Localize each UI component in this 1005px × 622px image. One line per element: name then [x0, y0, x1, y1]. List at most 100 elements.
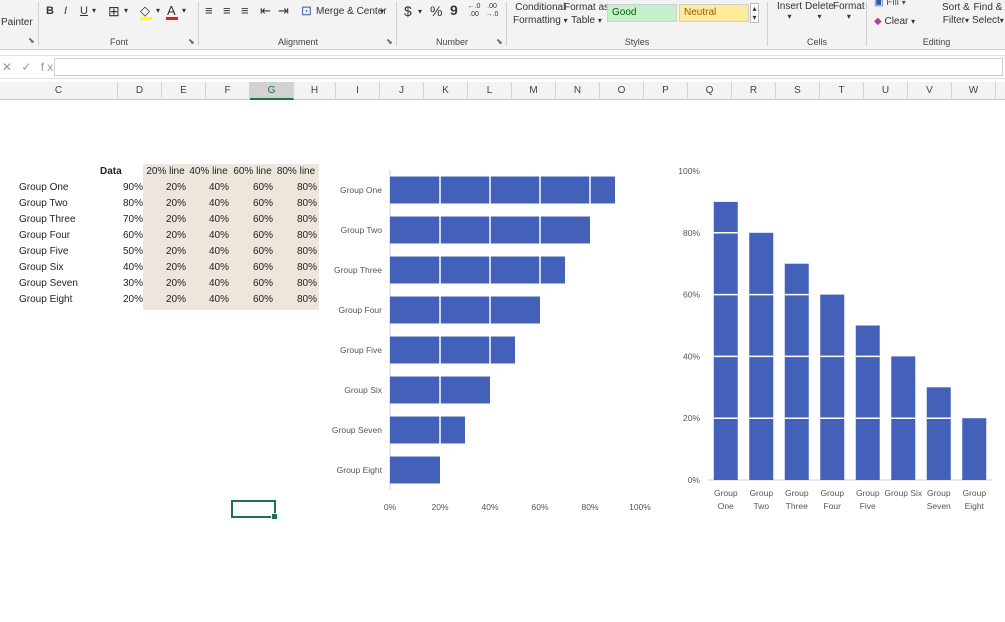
comma-style-button[interactable]: 9 — [450, 2, 458, 18]
column-header-f[interactable]: F — [206, 82, 250, 100]
borders-icon[interactable]: ⊞ — [108, 3, 120, 20]
column-header-m[interactable]: M — [512, 82, 556, 100]
clipboard-launcher-icon[interactable]: ⬊ — [28, 36, 35, 45]
font-color-dropdown-icon[interactable]: ▾ — [182, 6, 186, 15]
value-cell[interactable]: 50% — [103, 244, 143, 260]
row-label-cell[interactable]: Group Seven — [19, 276, 99, 292]
bold-button[interactable]: B — [46, 5, 54, 17]
column-header-h[interactable]: H — [294, 82, 336, 100]
fill-button[interactable]: ▣ Fill ▾ — [874, 0, 906, 8]
column-header-k[interactable]: K — [424, 82, 468, 100]
value-cell[interactable]: 40% — [189, 244, 229, 260]
neutral-style-cell[interactable]: Neutral — [679, 4, 749, 22]
fill-color-dropdown-icon[interactable]: ▾ — [156, 6, 160, 15]
header-cell[interactable]: 20% line — [144, 164, 187, 180]
value-cell[interactable]: 20% — [146, 228, 186, 244]
value-cell[interactable]: 20% — [146, 196, 186, 212]
format-button[interactable]: Format ▾ — [833, 1, 865, 21]
column-header-t[interactable]: T — [820, 82, 864, 100]
row-label-cell[interactable]: Group Eight — [19, 292, 99, 308]
value-cell[interactable]: 60% — [233, 244, 273, 260]
value-cell[interactable]: 80% — [277, 276, 317, 292]
column-header-n[interactable]: N — [556, 82, 600, 100]
header-cell[interactable]: 60% line — [231, 164, 274, 180]
column-header-o[interactable]: O — [600, 82, 644, 100]
column-header-j[interactable]: J — [380, 82, 424, 100]
value-cell[interactable]: 60% — [233, 292, 273, 308]
good-style-cell[interactable]: Good — [607, 4, 677, 22]
value-cell[interactable]: 40% — [189, 212, 229, 228]
value-cell[interactable]: 20% — [146, 244, 186, 260]
row-label-cell[interactable]: Group Four — [19, 228, 99, 244]
value-cell[interactable]: 40% — [189, 196, 229, 212]
merge-center-button[interactable]: Merge & Center — [316, 6, 387, 17]
currency-button[interactable]: $ — [404, 3, 412, 19]
value-cell[interactable]: 30% — [103, 276, 143, 292]
column-header-r[interactable]: R — [732, 82, 776, 100]
formula-input[interactable] — [54, 58, 1003, 76]
column-header-q[interactable]: Q — [688, 82, 732, 100]
decrease-decimal-button[interactable]: .00 →.0 — [484, 3, 500, 19]
font-launcher-icon[interactable]: ⬊ — [188, 37, 195, 46]
value-cell[interactable]: 40% — [189, 260, 229, 276]
number-launcher-icon[interactable]: ⬊ — [496, 37, 503, 46]
conditional-formatting-button[interactable]: Conditional Formatting ▾ — [513, 1, 568, 27]
value-cell[interactable]: 20% — [146, 292, 186, 308]
row-label-cell[interactable]: Group Two — [19, 196, 99, 212]
value-cell[interactable]: 80% — [277, 212, 317, 228]
align-right-icon[interactable]: ≡ — [241, 3, 249, 18]
delete-button[interactable]: Delete ▾ — [805, 1, 834, 21]
value-cell[interactable]: 80% — [277, 292, 317, 308]
underline-dropdown-icon[interactable]: ▾ — [92, 6, 96, 15]
value-cell[interactable]: 80% — [277, 228, 317, 244]
sort-filter-button[interactable]: Sort & Filter▾ — [942, 1, 970, 27]
value-cell[interactable]: 60% — [233, 212, 273, 228]
font-color-icon[interactable]: A — [167, 3, 176, 18]
decrease-indent-icon[interactable]: ⇤ — [260, 3, 271, 19]
column-header-d[interactable]: D — [118, 82, 162, 100]
column-header-x[interactable]: X — [996, 82, 1005, 100]
insert-button[interactable]: Insert ▾ — [777, 1, 802, 21]
value-cell[interactable]: 60% — [233, 260, 273, 276]
column-header-v[interactable]: V — [908, 82, 952, 100]
value-cell[interactable]: 70% — [103, 212, 143, 228]
value-cell[interactable]: 60% — [233, 228, 273, 244]
header-cell[interactable]: 40% line — [187, 164, 230, 180]
row-label-cell[interactable]: Group One — [19, 180, 99, 196]
merge-center-icon[interactable]: ⊡ — [301, 3, 312, 19]
value-cell[interactable]: 20% — [146, 180, 186, 196]
column-header-p[interactable]: P — [644, 82, 688, 100]
header-cell[interactable]: Data — [100, 164, 142, 180]
column-chart[interactable]: 0% 20% 40% 60% 80% 100% Group One Group Two Group T… — [670, 158, 1000, 520]
format-as-table-button[interactable]: Format as Table ▾ — [564, 1, 609, 27]
column-header-w[interactable]: W — [952, 82, 996, 100]
value-cell[interactable]: 60% — [103, 228, 143, 244]
formula-bar-icons[interactable]: ✕ ✓ fx — [2, 60, 56, 74]
borders-dropdown-icon[interactable]: ▾ — [124, 6, 128, 15]
currency-dropdown-icon[interactable]: ▾ — [418, 7, 422, 16]
value-cell[interactable]: 40% — [189, 228, 229, 244]
value-cell[interactable]: 80% — [277, 244, 317, 260]
column-header-g[interactable]: G — [250, 82, 294, 100]
underline-button[interactable]: U — [80, 5, 88, 17]
row-label-cell[interactable]: Group Six — [19, 260, 99, 276]
row-label-cell[interactable]: Group Three — [19, 212, 99, 228]
format-painter-button[interactable]: Painter — [1, 17, 33, 28]
value-cell[interactable]: 60% — [233, 196, 273, 212]
value-cell[interactable]: 20% — [146, 212, 186, 228]
value-cell[interactable]: 80% — [277, 180, 317, 196]
align-center-icon[interactable]: ≡ — [223, 3, 231, 18]
merge-dropdown-icon[interactable]: ▾ — [380, 7, 384, 16]
align-left-icon[interactable]: ≡ — [205, 3, 213, 18]
percent-button[interactable]: % — [430, 3, 442, 19]
value-cell[interactable]: 60% — [233, 180, 273, 196]
value-cell[interactable]: 60% — [233, 276, 273, 292]
row-label-cell[interactable]: Group Five — [19, 244, 99, 260]
styles-scroll-icon[interactable]: ▴ ▾ — [750, 3, 759, 23]
find-select-button[interactable]: Find & Select▾ — [972, 1, 1004, 27]
value-cell[interactable]: 20% — [103, 292, 143, 308]
italic-button[interactable]: I — [64, 5, 67, 17]
header-cell[interactable]: 80% line — [274, 164, 318, 180]
value-cell[interactable]: 80% — [103, 196, 143, 212]
column-header-l[interactable]: L — [468, 82, 512, 100]
